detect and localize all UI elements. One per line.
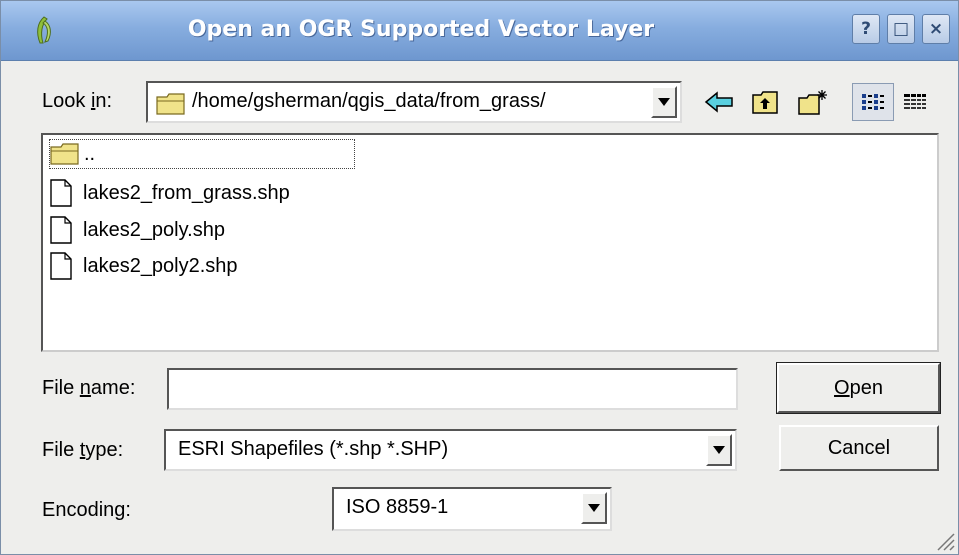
folder-icon — [156, 93, 185, 115]
maximize-button[interactable]: □ — [887, 14, 915, 44]
file-name: lakes2_from_grass.shp — [83, 181, 290, 204]
file-name: .. — [84, 142, 96, 165]
file-name-label: File name: — [42, 377, 136, 399]
look-in-dropdown-button[interactable] — [651, 86, 677, 118]
file-icon — [50, 252, 72, 280]
parent-folder-button[interactable] — [749, 87, 781, 117]
new-folder-button[interactable] — [797, 87, 829, 117]
cancel-button[interactable]: Cancel — [779, 425, 939, 471]
list-view-icon — [904, 94, 926, 110]
file-icon — [50, 216, 72, 244]
chevron-down-icon — [588, 504, 600, 512]
encoding-value: ISO 8859-1 — [346, 496, 449, 518]
list-view-toggle[interactable] — [899, 87, 931, 117]
file-name-input[interactable] — [167, 368, 738, 410]
file-type-combo[interactable]: ESRI Shapefiles (*.shp *.SHP) — [164, 429, 737, 471]
list-item[interactable]: lakes2_poly.shp — [49, 215, 225, 245]
list-item[interactable]: .. — [49, 139, 355, 169]
qgis-app-icon — [37, 16, 51, 44]
file-type-dropdown-button[interactable] — [706, 434, 732, 466]
open-vector-layer-dialog: Open an OGR Supported Vector Layer ? □ ×… — [0, 0, 959, 555]
parent-folder-icon — [752, 91, 778, 114]
back-button[interactable] — [703, 87, 735, 117]
look-in-label: Look in: — [42, 90, 113, 112]
look-in-path: /home/gsherman/qgis_data/from_grass/ — [192, 90, 546, 112]
new-folder-icon — [798, 90, 827, 115]
detail-view-toggle[interactable] — [852, 83, 894, 121]
look-in-combo[interactable]: /home/gsherman/qgis_data/from_grass/ — [146, 81, 682, 123]
back-arrow-icon — [704, 91, 733, 113]
list-item[interactable]: lakes2_poly2.shp — [49, 251, 238, 281]
encoding-combo[interactable]: ISO 8859-1 — [332, 487, 612, 531]
encoding-dropdown-button[interactable] — [581, 492, 607, 524]
chevron-down-icon — [713, 446, 725, 454]
resize-grip-icon[interactable] — [934, 530, 956, 552]
close-button[interactable]: × — [922, 14, 950, 44]
encoding-label: Encoding: — [42, 499, 131, 521]
title-bar[interactable]: Open an OGR Supported Vector Layer ? □ × — [1, 1, 958, 61]
file-type-value: ESRI Shapefiles (*.shp *.SHP) — [178, 438, 449, 460]
file-icon — [50, 179, 72, 207]
window-title: Open an OGR Supported Vector Layer — [187, 17, 655, 42]
folder-icon — [50, 143, 79, 165]
chevron-down-icon — [658, 98, 670, 106]
help-button[interactable]: ? — [852, 14, 880, 44]
detail-view-icon — [862, 94, 884, 110]
open-button[interactable]: Open — [776, 362, 941, 414]
file-list[interactable]: .. lakes2_from_grass.shp lakes2_poly.shp… — [41, 133, 939, 352]
file-name: lakes2_poly.shp — [83, 218, 225, 241]
file-type-label: File type: — [42, 439, 124, 461]
file-name: lakes2_poly2.shp — [83, 254, 238, 277]
list-item[interactable]: lakes2_from_grass.shp — [49, 178, 290, 208]
